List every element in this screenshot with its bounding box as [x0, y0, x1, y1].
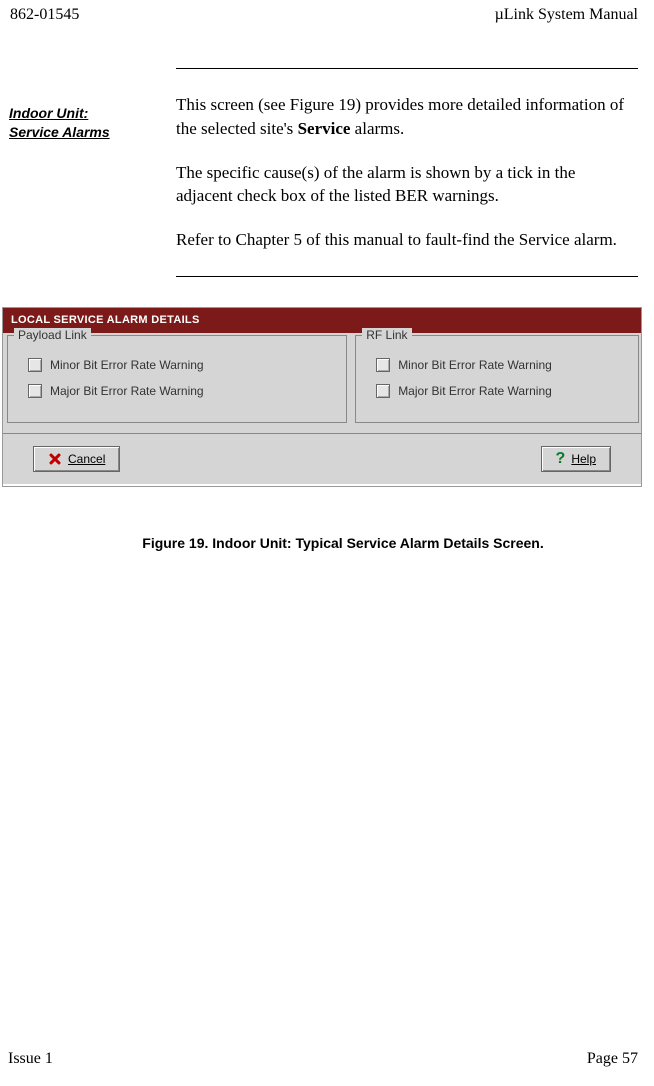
side-label-line1: Indoor Unit: — [9, 105, 88, 121]
group-label-rf: RF Link — [362, 328, 411, 342]
checkbox-label: Minor Bit Error Rate Warning — [398, 358, 552, 372]
side-label-line2: Service Alarms — [9, 124, 110, 140]
page-footer: Issue 1 Page 57 — [8, 1050, 638, 1068]
checkbox-icon[interactable] — [28, 358, 42, 372]
checkbox-row-minor-rf[interactable]: Minor Bit Error Rate Warning — [376, 358, 626, 372]
issue-number: Issue 1 — [8, 1050, 53, 1068]
checkbox-icon[interactable] — [28, 384, 42, 398]
checkbox-label: Major Bit Error Rate Warning — [50, 384, 204, 398]
dialog-title: LOCAL SERVICE ALARM DETAILS — [3, 308, 641, 333]
service-alarm-dialog: LOCAL SERVICE ALARM DETAILS Payload Link… — [2, 307, 642, 487]
doc-title: µLink System Manual — [495, 6, 638, 24]
paragraph-2: The specific cause(s) of the alarm is sh… — [176, 161, 638, 209]
page-number: Page 57 — [587, 1050, 638, 1068]
group-label-payload: Payload Link — [14, 328, 91, 342]
paragraph-1: This screen (see Figure 19) provides mor… — [176, 93, 638, 141]
page-header: 862-01545 µLink System Manual — [8, 6, 638, 24]
help-label: Help — [571, 452, 596, 466]
cancel-button[interactable]: Cancel — [33, 446, 120, 472]
checkbox-label: Major Bit Error Rate Warning — [398, 384, 552, 398]
p1-text-c: alarms. — [350, 119, 404, 138]
checkbox-icon[interactable] — [376, 384, 390, 398]
checkbox-row-major-payload[interactable]: Major Bit Error Rate Warning — [28, 384, 334, 398]
figure-caption: Figure 19. Indoor Unit: Typical Service … — [8, 535, 638, 551]
section-side-label: Indoor Unit: Service Alarms — [9, 104, 110, 142]
checkbox-icon[interactable] — [376, 358, 390, 372]
help-icon: ? — [556, 451, 566, 467]
checkbox-label: Minor Bit Error Rate Warning — [50, 358, 204, 372]
doc-number: 862-01545 — [10, 6, 79, 24]
group-payload-link: Payload Link Minor Bit Error Rate Warnin… — [7, 335, 347, 423]
help-button[interactable]: ? Help — [541, 446, 611, 472]
close-icon — [48, 452, 62, 466]
paragraph-3: Refer to Chapter 5 of this manual to fau… — [176, 228, 638, 252]
checkbox-row-minor-payload[interactable]: Minor Bit Error Rate Warning — [28, 358, 334, 372]
dialog-body: Payload Link Minor Bit Error Rate Warnin… — [3, 333, 641, 433]
checkbox-row-major-rf[interactable]: Major Bit Error Rate Warning — [376, 384, 626, 398]
p1-bold: Service — [298, 119, 351, 138]
dialog-button-bar: Cancel ? Help — [3, 433, 641, 484]
group-rf-link: RF Link Minor Bit Error Rate Warning Maj… — [355, 335, 639, 423]
cancel-label: Cancel — [68, 452, 105, 466]
section-body: This screen (see Figure 19) provides mor… — [176, 68, 638, 277]
